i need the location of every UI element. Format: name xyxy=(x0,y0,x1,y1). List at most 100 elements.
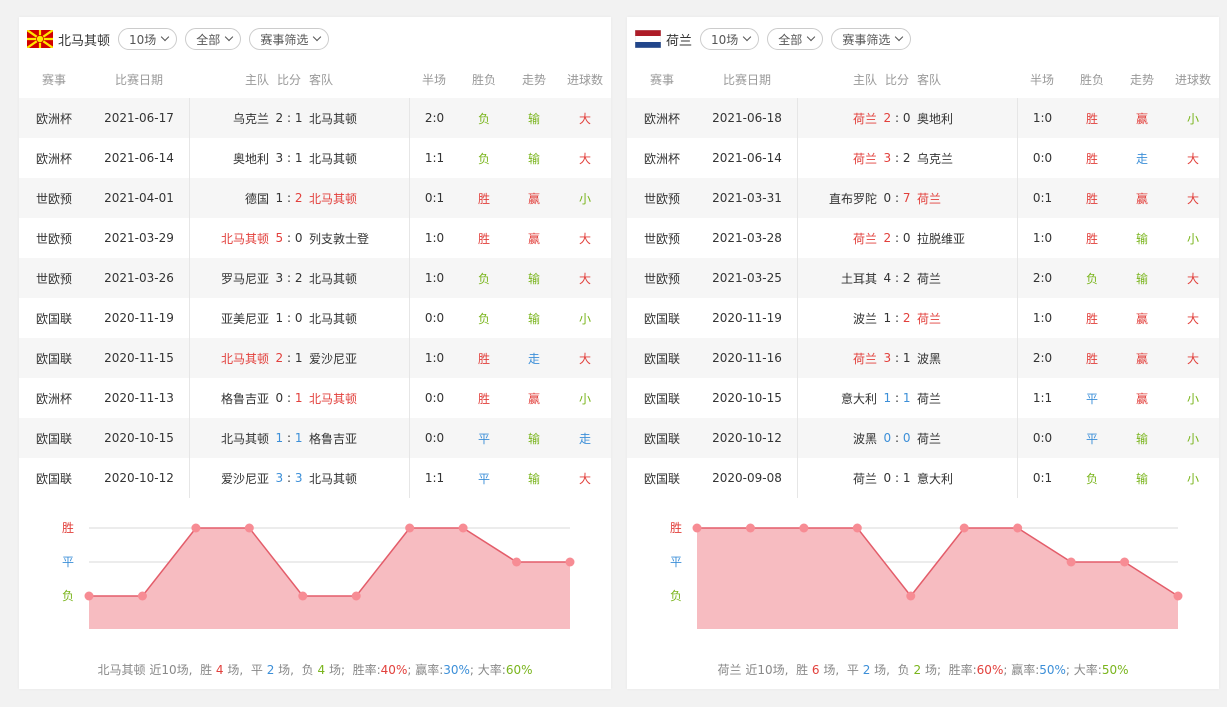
form-point[interactable] xyxy=(405,523,415,533)
home-team[interactable]: 奥地利 xyxy=(233,150,269,167)
home-team[interactable]: 乌克兰 xyxy=(233,110,269,127)
event-filter-select[interactable]: 赛事筛选 xyxy=(831,28,912,50)
table-row[interactable]: 欧国联 2020-10-15 意大利 1 : 1 荷兰 1:1 平赢小 xyxy=(627,378,1219,418)
venue-select[interactable]: 全部 xyxy=(767,28,824,50)
trend-cell: 输 xyxy=(1135,231,1148,246)
away-team[interactable]: 荷兰 xyxy=(917,310,1017,327)
away-team[interactable]: 列支敦士登 xyxy=(309,230,409,247)
score-separator: : xyxy=(891,351,903,365)
away-team[interactable]: 奥地利 xyxy=(917,110,1017,127)
away-team[interactable]: 北马其顿 xyxy=(309,310,409,327)
form-point[interactable] xyxy=(852,523,862,533)
form-point[interactable] xyxy=(692,523,702,533)
form-point[interactable] xyxy=(565,557,575,567)
form-point[interactable] xyxy=(1173,591,1183,601)
away-team[interactable]: 北马其顿 xyxy=(309,190,409,207)
home-team[interactable]: 北马其顿 xyxy=(221,430,269,447)
table-row[interactable]: 世欧预 2021-03-29 北马其顿 5 : 0 列支敦士登 1:0 胜赢大 xyxy=(19,218,611,258)
home-team[interactable]: 格鲁吉亚 xyxy=(221,390,269,407)
table-row[interactable]: 世欧预 2021-03-28 荷兰 2 : 0 拉脱维亚 1:0 胜输小 xyxy=(627,218,1219,258)
away-team[interactable]: 荷兰 xyxy=(917,190,1017,207)
table-row[interactable]: 世欧预 2021-03-26 罗马尼亚 3 : 2 北马其顿 1:0 负输大 xyxy=(19,258,611,298)
home-team[interactable]: 荷兰 xyxy=(853,470,877,487)
home-team[interactable]: 北马其顿 xyxy=(221,230,269,247)
home-team[interactable]: 北马其顿 xyxy=(221,350,269,367)
score-cell: 4 : 2 xyxy=(877,271,917,285)
away-team[interactable]: 北马其顿 xyxy=(309,110,409,127)
home-team[interactable]: 荷兰 xyxy=(853,110,877,127)
away-team[interactable]: 格鲁吉亚 xyxy=(309,430,409,447)
match-list: 欧洲杯 2021-06-17 乌克兰 2 : 1 北马其顿 2:0 负输大欧洲杯 2021-0… xyxy=(19,98,611,498)
goals-cell: 大 xyxy=(578,271,591,286)
goals-cell: 大 xyxy=(578,351,591,366)
home-team[interactable]: 爱沙尼亚 xyxy=(221,470,269,487)
home-team[interactable]: 土耳其 xyxy=(841,270,877,287)
table-row[interactable]: 欧国联 2020-10-15 北马其顿 1 : 1 格鲁吉亚 0:0 平输走 xyxy=(19,418,611,458)
form-point[interactable] xyxy=(799,523,809,533)
away-team[interactable]: 北马其顿 xyxy=(309,390,409,407)
away-team[interactable]: 北马其顿 xyxy=(309,270,409,287)
form-point[interactable] xyxy=(84,591,94,601)
away-team[interactable]: 北马其顿 xyxy=(309,150,409,167)
table-row[interactable]: 欧洲杯 2021-06-14 荷兰 3 : 2 乌克兰 0:0 胜走大 xyxy=(627,138,1219,178)
table-row[interactable]: 欧国联 2020-10-12 爱沙尼亚 3 : 3 北马其顿 1:1 平输大 xyxy=(19,458,611,498)
count-select[interactable]: 10场 xyxy=(700,28,760,50)
table-row[interactable]: 世欧预 2021-03-31 直布罗陀 0 : 7 荷兰 0:1 胜赢大 xyxy=(627,178,1219,218)
form-point[interactable] xyxy=(512,557,522,567)
home-team[interactable]: 波兰 xyxy=(853,310,877,327)
away-team[interactable]: 乌克兰 xyxy=(917,150,1017,167)
table-row[interactable]: 欧国联 2020-11-19 波兰 1 : 2 荷兰 1:0 胜赢大 xyxy=(627,298,1219,338)
away-team[interactable]: 爱沙尼亚 xyxy=(309,350,409,367)
trend-cell: 输 xyxy=(527,151,540,166)
table-row[interactable]: 欧国联 2020-11-15 北马其顿 2 : 1 爱沙尼亚 1:0 胜走大 xyxy=(19,338,611,378)
chevron-down-icon xyxy=(807,32,816,42)
away-team[interactable]: 荷兰 xyxy=(917,270,1017,287)
home-team[interactable]: 直布罗陀 xyxy=(829,190,877,207)
home-team[interactable]: 意大利 xyxy=(841,390,877,407)
home-team[interactable]: 德国 xyxy=(245,190,269,207)
form-point[interactable] xyxy=(351,591,361,601)
form-point[interactable] xyxy=(1066,557,1076,567)
form-point[interactable] xyxy=(137,591,147,601)
home-score: 0 xyxy=(275,391,284,405)
form-point[interactable] xyxy=(959,523,969,533)
away-team[interactable]: 北马其顿 xyxy=(309,470,409,487)
table-row[interactable]: 欧国联 2020-11-19 亚美尼亚 1 : 0 北马其顿 0:0 负输小 xyxy=(19,298,611,338)
venue-select[interactable]: 全部 xyxy=(185,28,242,50)
trend-cell: 输 xyxy=(1135,471,1148,486)
form-point[interactable] xyxy=(1013,523,1023,533)
form-point[interactable] xyxy=(298,591,308,601)
away-team[interactable]: 荷兰 xyxy=(917,390,1017,407)
form-point[interactable] xyxy=(1120,557,1130,567)
table-row[interactable]: 欧国联 2020-11-16 荷兰 3 : 1 波黑 2:0 胜赢大 xyxy=(627,338,1219,378)
table-row[interactable]: 欧国联 2020-09-08 荷兰 0 : 1 意大利 0:1 负输小 xyxy=(627,458,1219,498)
goals-cell: 小 xyxy=(1186,431,1199,446)
table-row[interactable]: 世欧预 2021-04-01 德国 1 : 2 北马其顿 0:1 胜赢小 xyxy=(19,178,611,218)
home-team[interactable]: 波黑 xyxy=(853,430,877,447)
event-filter-select[interactable]: 赛事筛选 xyxy=(249,28,330,50)
home-team[interactable]: 荷兰 xyxy=(853,150,877,167)
home-cell-wrap: 北马其顿 xyxy=(189,218,269,258)
form-point[interactable] xyxy=(458,523,468,533)
table-row[interactable]: 欧洲杯 2021-06-18 荷兰 2 : 0 奥地利 1:0 胜赢小 xyxy=(627,98,1219,138)
home-team[interactable]: 罗马尼亚 xyxy=(221,270,269,287)
away-team[interactable]: 波黑 xyxy=(917,350,1017,367)
table-row[interactable]: 欧洲杯 2020-11-13 格鲁吉亚 0 : 1 北马其顿 0:0 胜赢小 xyxy=(19,378,611,418)
table-row[interactable]: 欧洲杯 2021-06-17 乌克兰 2 : 1 北马其顿 2:0 负输大 xyxy=(19,98,611,138)
table-row[interactable]: 欧洲杯 2021-06-14 奥地利 3 : 1 北马其顿 1:1 负输大 xyxy=(19,138,611,178)
form-point[interactable] xyxy=(745,523,755,533)
form-point[interactable] xyxy=(906,591,916,601)
form-point[interactable] xyxy=(244,523,254,533)
home-team[interactable]: 荷兰 xyxy=(853,230,877,247)
table-row[interactable]: 世欧预 2021-03-25 土耳其 4 : 2 荷兰 2:0 负输大 xyxy=(627,258,1219,298)
home-team[interactable]: 亚美尼亚 xyxy=(221,310,269,327)
count-select[interactable]: 10场 xyxy=(118,28,178,50)
away-team[interactable]: 拉脱维亚 xyxy=(917,230,1017,247)
home-team[interactable]: 荷兰 xyxy=(853,350,877,367)
away-team[interactable]: 荷兰 xyxy=(917,430,1017,447)
half-score-cell: 0:0 xyxy=(409,418,459,458)
table-row[interactable]: 欧国联 2020-10-12 波黑 0 : 0 荷兰 0:0 平输小 xyxy=(627,418,1219,458)
away-team[interactable]: 意大利 xyxy=(917,470,1017,487)
away-score: 0 xyxy=(294,231,303,245)
form-point[interactable] xyxy=(191,523,201,533)
